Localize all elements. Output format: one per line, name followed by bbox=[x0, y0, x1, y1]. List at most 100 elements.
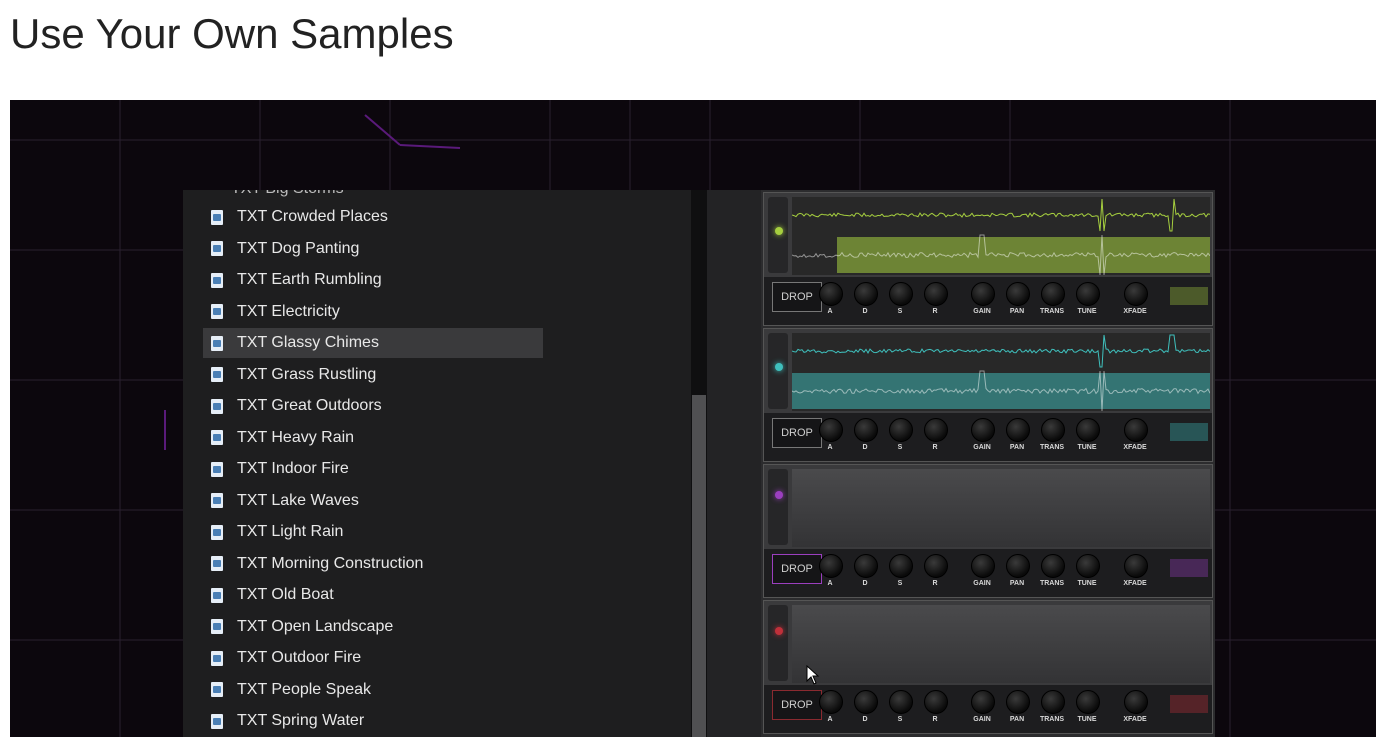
knob-tune[interactable] bbox=[1076, 690, 1100, 714]
knob-r[interactable] bbox=[924, 418, 948, 442]
knob-tune[interactable] bbox=[1076, 554, 1100, 578]
file-browser[interactable]: TXT Big Storms TXT Crowded Places TXT Dog… bbox=[183, 190, 707, 737]
file-item-label: TXT Lake Waves bbox=[237, 491, 359, 509]
knob-label: A bbox=[827, 580, 833, 587]
knob-label: TRANS bbox=[1039, 716, 1065, 723]
knob-label: TUNE bbox=[1077, 444, 1097, 451]
status-led-icon bbox=[775, 491, 783, 499]
file-item[interactable]: TXT People Speak bbox=[203, 675, 543, 705]
waveform-display[interactable] bbox=[792, 469, 1210, 547]
text-file-icon bbox=[211, 461, 223, 477]
status-led-icon bbox=[775, 363, 783, 371]
knob-xfade[interactable] bbox=[1124, 554, 1148, 578]
file-item[interactable]: TXT Electricity bbox=[203, 297, 543, 327]
file-item[interactable]: TXT Open Landscape bbox=[203, 612, 543, 642]
knob-trans[interactable] bbox=[1041, 690, 1065, 714]
slot-status-indicator bbox=[768, 605, 788, 681]
text-file-icon bbox=[211, 398, 223, 414]
knob-s[interactable] bbox=[889, 690, 913, 714]
sampler-rack: DROP A D S R GAIN PAN TRANS TUNE XFADE DROP A D S R GAI… bbox=[761, 190, 1215, 737]
text-file-icon bbox=[211, 304, 223, 319]
file-item[interactable]: TXT Indoor Fire bbox=[203, 454, 543, 484]
file-item[interactable]: TXT Dog Panting bbox=[203, 234, 543, 264]
sampler-slot[interactable]: DROP A D S R GAIN PAN TRANS TUNE XFADE bbox=[763, 328, 1213, 462]
knob-label: XFADE bbox=[1123, 716, 1147, 723]
knob-label: S bbox=[897, 716, 903, 723]
file-item[interactable]: TXT Spring Water bbox=[203, 706, 543, 736]
waveform-display[interactable] bbox=[792, 605, 1210, 683]
knob-s[interactable] bbox=[889, 418, 913, 442]
knob-gain[interactable] bbox=[971, 418, 995, 442]
file-item-label: TXT Electricity bbox=[237, 302, 340, 320]
file-item-label: TXT Spring Water bbox=[237, 712, 365, 729]
knob-trans[interactable] bbox=[1041, 282, 1065, 306]
slot-controls: DROP A D S R GAIN PAN TRANS TUNE XFADE bbox=[764, 413, 1212, 461]
output-indicator[interactable] bbox=[1170, 695, 1208, 713]
knob-a[interactable] bbox=[819, 690, 843, 714]
knob-pan[interactable] bbox=[1006, 418, 1030, 442]
file-item-label: TXT Crowded Places bbox=[237, 208, 388, 225]
knob-d[interactable] bbox=[854, 690, 878, 714]
mouse-pointer-icon bbox=[806, 665, 820, 685]
knob-xfade[interactable] bbox=[1124, 690, 1148, 714]
knob-tune[interactable] bbox=[1076, 282, 1100, 306]
file-item-label: TXT Light Rain bbox=[237, 523, 344, 540]
file-item[interactable]: TXT Old Boat bbox=[203, 580, 543, 610]
output-indicator[interactable] bbox=[1170, 559, 1208, 577]
knob-gain[interactable] bbox=[971, 554, 995, 578]
knob-s[interactable] bbox=[889, 282, 913, 306]
knob-label: GAIN bbox=[973, 444, 991, 451]
file-item[interactable]: TXT Lake Waves bbox=[203, 486, 543, 516]
knob-d[interactable] bbox=[854, 282, 878, 306]
waveform-display[interactable] bbox=[792, 197, 1210, 275]
file-item[interactable]: TXT Glassy Chimes bbox=[203, 328, 543, 358]
knob-pan[interactable] bbox=[1006, 282, 1030, 306]
knob-s[interactable] bbox=[889, 554, 913, 578]
file-item[interactable]: TXT Light Rain bbox=[203, 517, 543, 547]
slot-controls: DROP A D S R GAIN PAN TRANS TUNE XFADE bbox=[764, 549, 1212, 597]
knob-pan[interactable] bbox=[1006, 690, 1030, 714]
text-file-icon bbox=[211, 272, 223, 288]
knob-a[interactable] bbox=[819, 554, 843, 578]
text-file-icon bbox=[211, 241, 223, 256]
file-item[interactable]: TXT Heavy Rain bbox=[203, 423, 543, 453]
knob-a[interactable] bbox=[819, 282, 843, 306]
knob-xfade[interactable] bbox=[1124, 282, 1148, 306]
sampler-slot[interactable]: DROP A D S R GAIN PAN TRANS TUNE XFADE bbox=[763, 464, 1213, 598]
knob-trans[interactable] bbox=[1041, 554, 1065, 578]
knob-gain[interactable] bbox=[971, 690, 995, 714]
sampler-slot[interactable]: DROP A D S R GAIN PAN TRANS TUNE XFADE bbox=[763, 192, 1213, 326]
knob-r[interactable] bbox=[924, 554, 948, 578]
text-file-icon bbox=[211, 619, 223, 634]
knob-gain[interactable] bbox=[971, 282, 995, 306]
knob-label: XFADE bbox=[1123, 308, 1147, 315]
knob-label: S bbox=[897, 308, 903, 315]
slot-status-indicator bbox=[768, 469, 788, 545]
file-item[interactable]: TXT Great Outdoors bbox=[203, 391, 543, 421]
file-item[interactable]: TXT Crowded Places bbox=[203, 202, 543, 232]
knob-label: D bbox=[862, 308, 868, 315]
text-file-icon bbox=[211, 209, 223, 225]
file-item[interactable]: TXT Earth Rumbling bbox=[203, 265, 543, 295]
output-indicator[interactable] bbox=[1170, 423, 1208, 441]
scrollbar-thumb[interactable] bbox=[692, 395, 706, 737]
knob-d[interactable] bbox=[854, 418, 878, 442]
file-item-label: TXT Dog Panting bbox=[237, 239, 360, 257]
text-file-icon bbox=[211, 650, 223, 666]
knob-trans[interactable] bbox=[1041, 418, 1065, 442]
file-item[interactable]: TXT Outdoor Fire bbox=[203, 643, 543, 673]
file-item[interactable]: TXT Morning Construction bbox=[203, 549, 543, 579]
output-indicator[interactable] bbox=[1170, 287, 1208, 305]
waveform-display[interactable] bbox=[792, 333, 1210, 411]
knob-tune[interactable] bbox=[1076, 418, 1100, 442]
knob-xfade[interactable] bbox=[1124, 418, 1148, 442]
status-led-icon bbox=[775, 627, 783, 635]
knob-a[interactable] bbox=[819, 418, 843, 442]
knob-pan[interactable] bbox=[1006, 554, 1030, 578]
sampler-slot[interactable]: DROP A D S R GAIN PAN TRANS TUNE XFADE bbox=[763, 600, 1213, 734]
knob-r[interactable] bbox=[924, 690, 948, 714]
knob-d[interactable] bbox=[854, 554, 878, 578]
app-screenshot: TXT Big Storms TXT Crowded Places TXT Dog… bbox=[10, 100, 1376, 737]
knob-r[interactable] bbox=[924, 282, 948, 306]
file-item[interactable]: TXT Grass Rustling bbox=[203, 360, 543, 390]
